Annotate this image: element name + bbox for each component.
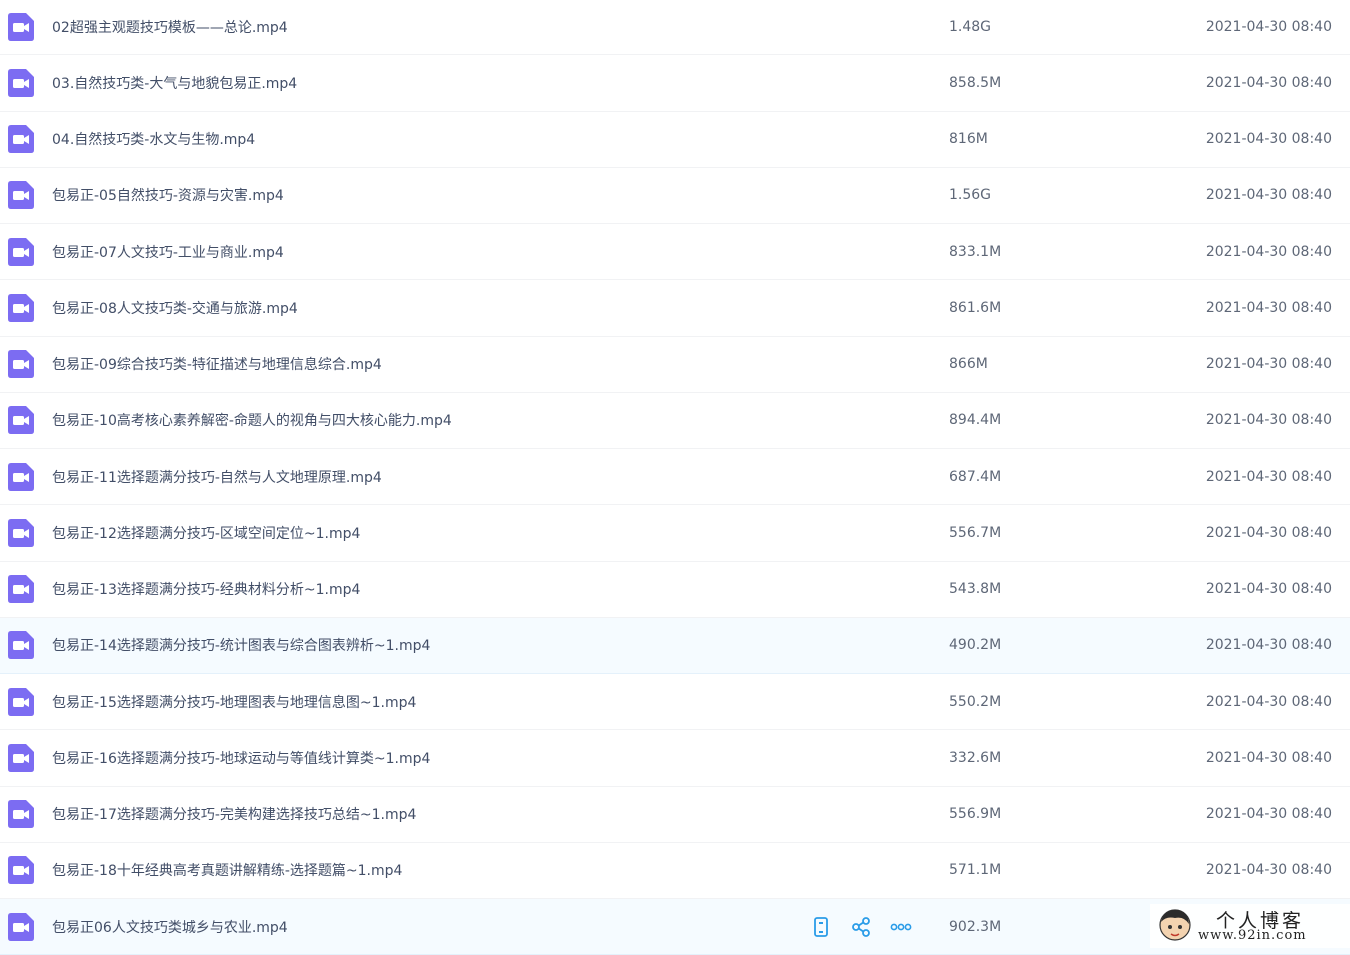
file-name[interactable]: 包易正-09综合技巧类-特征描述与地理信息综合.mp4 — [52, 337, 382, 392]
file-name[interactable]: 包易正-16选择题满分技巧-地球运动与等值线计算类~1.mp4 — [52, 730, 430, 785]
video-file-icon — [8, 800, 34, 829]
file-name[interactable]: 03.自然技巧类-大气与地貌包易正.mp4 — [52, 55, 297, 110]
file-name[interactable]: 包易正06人文技巧类城乡与农业.mp4 — [52, 899, 288, 954]
file-size: 543.8M — [949, 581, 1002, 598]
file-size: 571.1M — [949, 862, 1002, 879]
share-icon[interactable] — [850, 916, 872, 938]
file-name[interactable]: 包易正-15选择题满分技巧-地理图表与地理信息图~1.mp4 — [52, 674, 416, 729]
file-modified-time: 2021-04-30 08:40 — [1205, 131, 1332, 148]
file-size: 687.4M — [949, 468, 1002, 485]
video-file-icon — [8, 68, 34, 97]
video-file-icon — [8, 856, 34, 885]
file-size: 556.9M — [949, 806, 1002, 823]
file-modified-time: 2021-04-30 08:40 — [1205, 74, 1332, 91]
file-modified-time: 2021-04-30 08:40 — [1205, 243, 1332, 260]
file-size: 1.48G — [949, 18, 992, 35]
file-modified-time: 2021-04-30 08:40 — [1205, 693, 1332, 710]
file-name[interactable]: 04.自然技巧类-水文与生物.mp4 — [52, 112, 255, 167]
video-file-icon — [8, 350, 34, 379]
file-row[interactable]: 03.自然技巧类-大气与地貌包易正.mp4 858.5M 2021-04-30 08… — [0, 55, 1350, 112]
file-name[interactable]: 包易正-10高考核心素养解密-命题人的视角与四大核心能力.mp4 — [52, 393, 452, 448]
file-modified-time: 2021-04-30 08:40 — [1205, 749, 1332, 766]
file-row[interactable]: 包易正-07人文技巧-工业与商业.mp4 833.1M 2021-04-30 08:… — [0, 224, 1350, 281]
file-size: 894.4M — [949, 412, 1002, 429]
file-modified-time: 2021-04-30 08:40 — [1205, 862, 1332, 879]
video-file-icon — [8, 743, 34, 772]
file-row[interactable]: 包易正-13选择题满分技巧-经典材料分析~1.mp4 543.8M 2021-04-… — [0, 562, 1350, 618]
file-modified-time: 2021-04-30 08:40 — [1205, 356, 1332, 373]
file-modified-time: 2021-04-30 08:40 — [1205, 524, 1332, 541]
file-row[interactable]: 包易正-16选择题满分技巧-地球运动与等值线计算类~1.mp4 332.6M 202… — [0, 730, 1350, 787]
video-file-icon — [8, 518, 34, 547]
video-file-icon — [8, 462, 34, 491]
file-name[interactable]: 02超强主观题技巧模板——总论.mp4 — [52, 0, 288, 54]
video-file-icon — [8, 125, 34, 154]
file-modified-time: 2021-04-30 08:40 — [1205, 299, 1332, 316]
file-size: 816M — [949, 131, 988, 148]
watermark: 个人博客 www.92in.com — [1150, 904, 1350, 948]
file-modified-time: 2021-04-30 08:40 — [1205, 468, 1332, 485]
file-row[interactable]: 包易正-11选择题满分技巧-自然与人文地理原理.mp4 687.4M 2021-04… — [0, 449, 1350, 506]
file-size: 858.5M — [949, 74, 1002, 91]
video-file-icon — [8, 687, 34, 716]
file-modified-time: 2021-04-30 08:40 — [1205, 18, 1332, 35]
file-modified-time: 2021-04-30 08:40 — [1205, 187, 1332, 204]
phone-icon[interactable] — [810, 916, 832, 938]
file-modified-time: 2021-04-30 08:40 — [1205, 412, 1332, 429]
file-name[interactable]: 包易正-12选择题满分技巧-区域空间定位~1.mp4 — [52, 505, 360, 560]
file-row[interactable]: 包易正-05自然技巧-资源与灾害.mp4 1.56G 2021-04-30 08:4… — [0, 168, 1350, 224]
file-name[interactable]: 包易正-08人文技巧类-交通与旅游.mp4 — [52, 280, 298, 335]
file-row[interactable]: 02超强主观题技巧模板——总论.mp4 1.48G 2021-04-30 08:40 — [0, 0, 1350, 56]
file-modified-time: 2021-04-30 08:40 — [1205, 806, 1332, 823]
file-size: 490.2M — [949, 637, 1002, 654]
file-row[interactable]: 包易正-10高考核心素养解密-命题人的视角与四大核心能力.mp4 894.4M 20… — [0, 393, 1350, 449]
file-row[interactable]: 包易正-18十年经典高考真题讲解精练-选择题篇~1.mp4 571.1M 2021-… — [0, 843, 1350, 899]
video-file-icon — [8, 237, 34, 266]
file-size: 902.3M — [949, 918, 1002, 935]
file-row[interactable]: 包易正-17选择题满分技巧-完美构建选择技巧总结~1.mp4 556.9M 2021… — [0, 787, 1350, 843]
file-row[interactable]: 包易正-09综合技巧类-特征描述与地理信息综合.mp4 866M 2021-04-3… — [0, 337, 1350, 393]
file-name[interactable]: 包易正-05自然技巧-资源与灾害.mp4 — [52, 168, 284, 223]
file-size: 556.7M — [949, 524, 1002, 541]
video-file-icon — [8, 912, 34, 941]
file-size: 866M — [949, 356, 988, 373]
file-row[interactable]: 包易正-08人文技巧类-交通与旅游.mp4 861.6M 2021-04-30 08… — [0, 280, 1350, 337]
file-row[interactable]: 包易正-14选择题满分技巧-统计图表与综合图表辨析~1.mp4 490.2M 202… — [0, 617, 1350, 674]
more-icon[interactable] — [890, 916, 912, 938]
file-list: 02超强主观题技巧模板——总论.mp4 1.48G 2021-04-30 08:40… — [0, 0, 1350, 955]
file-name[interactable]: 包易正-11选择题满分技巧-自然与人文地理原理.mp4 — [52, 449, 382, 504]
file-name[interactable]: 包易正-18十年经典高考真题讲解精练-选择题篇~1.mp4 — [52, 843, 402, 898]
file-modified-time: 2021-04-30 08:40 — [1205, 581, 1332, 598]
file-row[interactable]: 04.自然技巧类-水文与生物.mp4 816M 2021-04-30 08:40 — [0, 112, 1350, 168]
file-modified-time: 2021-04-30 08:40 — [1205, 637, 1332, 654]
file-name[interactable]: 包易正-13选择题满分技巧-经典材料分析~1.mp4 — [52, 562, 360, 617]
row-actions — [810, 899, 912, 954]
file-name[interactable]: 包易正-14选择题满分技巧-统计图表与综合图表辨析~1.mp4 — [52, 618, 430, 673]
file-size: 833.1M — [949, 243, 1002, 260]
file-row[interactable]: 包易正-15选择题满分技巧-地理图表与地理信息图~1.mp4 550.2M 2021… — [0, 674, 1350, 731]
file-row[interactable]: 包易正-12选择题满分技巧-区域空间定位~1.mp4 556.7M 2021-04-… — [0, 505, 1350, 562]
video-file-icon — [8, 12, 34, 41]
video-file-icon — [8, 293, 34, 322]
video-file-icon — [8, 575, 34, 604]
watermark-url: www.92in.com — [1198, 928, 1307, 943]
file-name[interactable]: 包易正-17选择题满分技巧-完美构建选择技巧总结~1.mp4 — [52, 787, 416, 842]
file-size: 332.6M — [949, 749, 1002, 766]
avatar-icon — [1159, 909, 1191, 941]
file-name[interactable]: 包易正-07人文技巧-工业与商业.mp4 — [52, 224, 284, 279]
file-size: 550.2M — [949, 693, 1002, 710]
video-file-icon — [8, 406, 34, 435]
file-size: 861.6M — [949, 299, 1002, 316]
video-file-icon — [8, 631, 34, 660]
video-file-icon — [8, 181, 34, 210]
file-row[interactable]: 包易正06人文技巧类城乡与农业.mp4 902.3M — [0, 899, 1350, 955]
file-size: 1.56G — [949, 187, 992, 204]
